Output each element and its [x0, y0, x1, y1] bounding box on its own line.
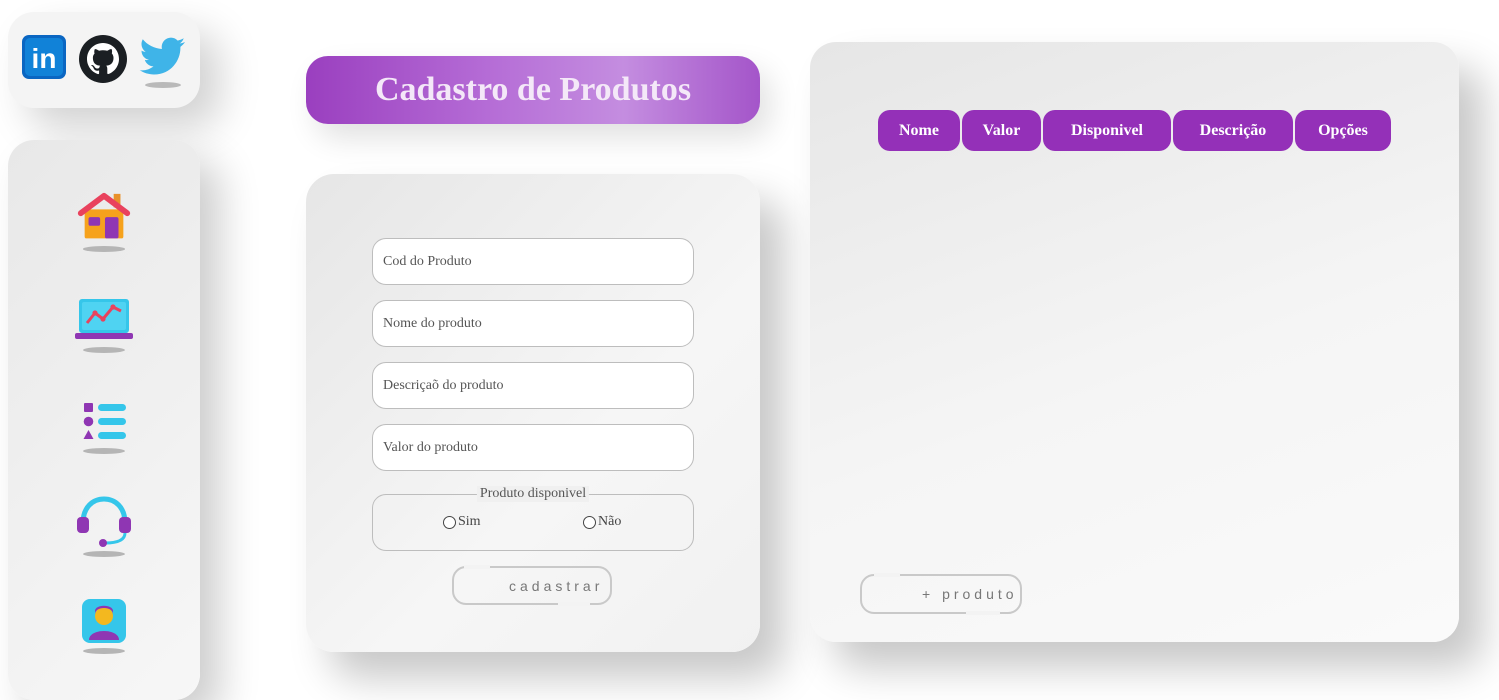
nav-item-dashboard[interactable] [74, 295, 134, 357]
available-yes-label: Sim [458, 514, 481, 529]
twitter-icon-shadow [145, 82, 181, 88]
twitter-link[interactable] [138, 34, 188, 94]
nav-icon-shadow [83, 246, 125, 252]
product-value-input[interactable] [372, 424, 694, 471]
available-no-radio[interactable]: Não [583, 514, 621, 530]
nav-icon-shadow [83, 648, 125, 654]
register-button[interactable]: cadastrar [452, 565, 612, 606]
github-icon [79, 35, 127, 83]
column-header-descricao: Descrição [1173, 110, 1293, 151]
button-border-gap [874, 573, 900, 577]
list-icon [83, 403, 126, 439]
available-no-label: Não [598, 514, 622, 529]
nav-item-home[interactable] [74, 190, 134, 252]
laptop-chart-icon [75, 299, 133, 339]
page-title: Cadastro de Produtos [374, 71, 692, 108]
add-product-button-label: + produto [922, 586, 1018, 602]
button-border-gap [558, 602, 590, 606]
column-header-opcoes: Opções [1295, 110, 1391, 151]
nav-item-support[interactable] [74, 495, 134, 557]
button-border-gap [464, 565, 490, 569]
column-header-disponivel: Disponivel [1043, 110, 1171, 151]
linkedin-link[interactable]: in [20, 34, 68, 94]
linkedin-icon: in [22, 35, 66, 79]
nav-item-list[interactable] [74, 398, 134, 460]
svg-text:in: in [32, 43, 57, 74]
product-code-input[interactable] [372, 238, 694, 285]
available-yes-radio[interactable]: Sim [443, 514, 481, 530]
headset-icon [77, 496, 131, 547]
availability-fieldset: Produto disponivel Sim Não [372, 486, 694, 551]
user-profile-icon [82, 599, 126, 643]
product-form: Produto disponivel Sim Não cadastrar [306, 174, 760, 652]
column-header-nome: Nome [878, 110, 960, 151]
register-button-label: cadastrar [509, 577, 604, 594]
product-description-input[interactable] [372, 362, 694, 409]
nav-icon-shadow [83, 551, 125, 557]
side-navigation [8, 140, 200, 700]
social-links: in [8, 12, 200, 108]
nav-icon-shadow [83, 347, 125, 353]
add-product-button[interactable]: + produto [860, 573, 1022, 615]
availability-legend: Produto disponivel [476, 486, 590, 502]
column-header-valor: Valor [962, 110, 1041, 151]
twitter-icon [139, 37, 185, 75]
button-border-gap [966, 611, 1000, 615]
house-icon [77, 192, 131, 239]
product-name-input[interactable] [372, 300, 694, 347]
nav-item-profile[interactable] [74, 596, 134, 658]
github-link[interactable] [78, 34, 128, 94]
page-title-banner: Cadastro de Produtos [306, 56, 760, 124]
products-table-card: Nome Valor Disponivel Descrição Opções +… [810, 42, 1459, 642]
radio-circle[interactable] [443, 515, 456, 529]
radio-circle[interactable] [583, 515, 596, 529]
nav-icon-shadow [83, 448, 125, 454]
